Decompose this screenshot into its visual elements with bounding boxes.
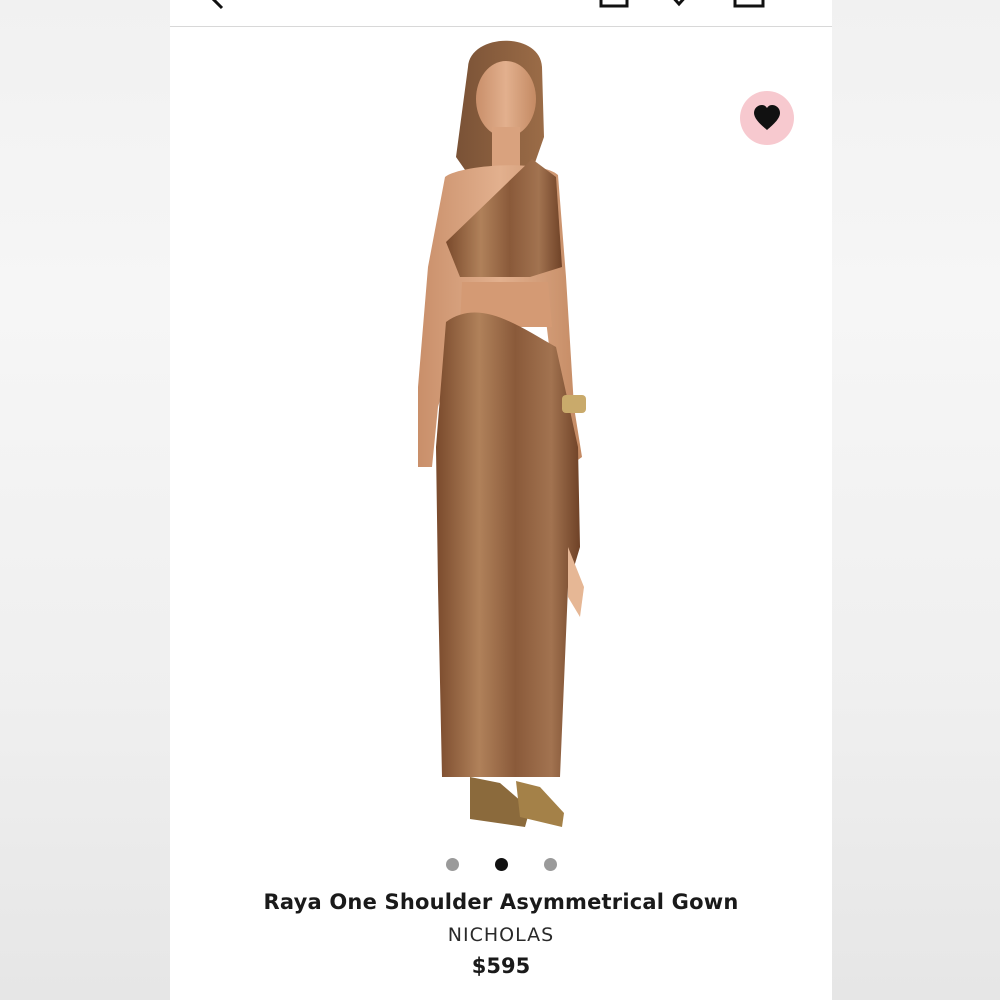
backdrop-left — [0, 0, 170, 1000]
carousel-dot-3[interactable] — [543, 858, 557, 871]
top-navigation-bar — [170, 0, 832, 27]
carousel-dot-1[interactable] — [445, 858, 459, 871]
product-brand[interactable]: NICHOLAS — [170, 924, 832, 946]
product-title: Raya One Shoulder Asymmetrical Gown — [263, 890, 739, 914]
favorite-heart-icon — [754, 105, 780, 130]
backdrop-right — [832, 0, 1000, 1000]
product-image[interactable] — [170, 27, 832, 847]
product-screen: Raya One Shoulder Asymmetrical Gown NICH… — [170, 0, 832, 1000]
product-price: $595 — [471, 954, 531, 978]
bag-icon[interactable] — [598, 0, 632, 8]
model-wearing-gown — [418, 40, 586, 827]
favorite-button[interactable] — [740, 91, 794, 145]
heart-icon[interactable] — [662, 0, 696, 8]
carousel-dots — [170, 858, 832, 872]
back-arrow-icon[interactable] — [206, 0, 230, 10]
carousel-dot-2[interactable] — [494, 858, 508, 871]
cart-icon[interactable] — [732, 0, 766, 8]
